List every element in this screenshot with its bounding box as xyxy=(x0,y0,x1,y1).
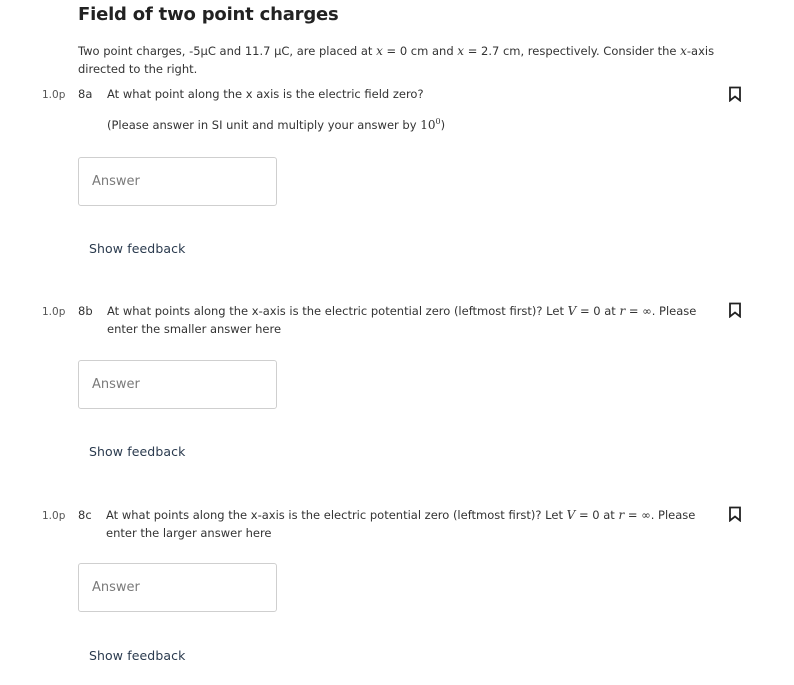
question-points: 1.0p xyxy=(42,306,66,318)
answer-instruction: (Please answer in SI unit and multiply y… xyxy=(107,117,446,132)
question-text: At what point along the x axis is the el… xyxy=(107,87,424,101)
question-text: At what points along the x-axis is the e… xyxy=(107,304,697,336)
bookmark-icon[interactable] xyxy=(728,302,742,319)
answer-input[interactable] xyxy=(78,157,277,206)
show-feedback-link[interactable]: Show feedback xyxy=(89,444,185,459)
answer-input[interactable] xyxy=(78,563,277,612)
question-number: 8a xyxy=(78,87,93,101)
page-title: Field of two point charges xyxy=(78,4,339,25)
bookmark-icon[interactable] xyxy=(728,506,742,523)
question-number: 8b xyxy=(78,304,93,318)
show-feedback-link[interactable]: Show feedback xyxy=(89,241,185,256)
question-points: 1.0p xyxy=(42,510,66,522)
bookmark-icon[interactable] xyxy=(728,86,742,103)
show-feedback-link[interactable]: Show feedback xyxy=(89,648,185,663)
question-points: 1.0p xyxy=(42,89,66,101)
question-text: At what points along the x-axis is the e… xyxy=(106,508,696,540)
question-number: 8c xyxy=(78,508,92,522)
problem-statement: Two point charges, -5µC and 11.7 µC, are… xyxy=(78,44,715,76)
answer-input[interactable] xyxy=(78,360,277,409)
